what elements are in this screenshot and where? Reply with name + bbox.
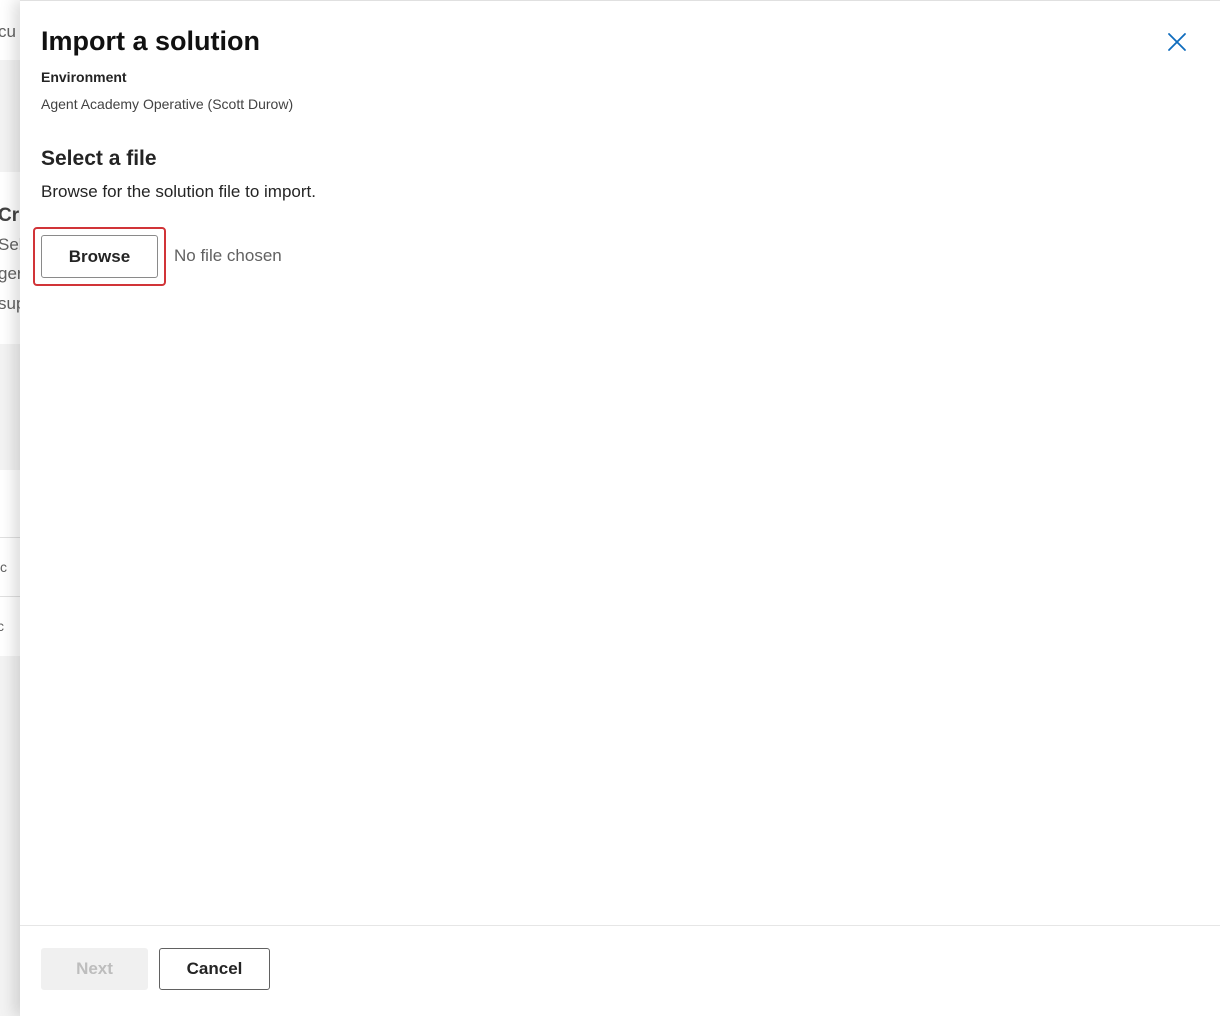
close-icon xyxy=(1168,33,1186,51)
background-card xyxy=(0,172,20,344)
background-text-fragment: Sel xyxy=(0,235,20,254)
background-text-fragment: sup xyxy=(0,294,20,313)
next-button[interactable]: Next xyxy=(41,948,148,990)
background-page: cu Cr Sel ger sup c c xyxy=(0,0,20,1016)
environment-value: Agent Academy Operative (Scott Durow) xyxy=(41,96,294,112)
background-text-fragment: Cr xyxy=(0,205,20,226)
browse-button[interactable]: Browse xyxy=(41,235,158,278)
background-text-fragment: ger xyxy=(0,264,20,283)
file-status-text: No file chosen xyxy=(174,246,282,265)
footer-divider xyxy=(20,925,1220,926)
background-text-fragment: c xyxy=(0,559,7,575)
select-file-heading: Select a file xyxy=(41,147,157,170)
cancel-button[interactable]: Cancel xyxy=(159,948,270,990)
close-button[interactable] xyxy=(1164,29,1190,55)
background-text-fragment: cu xyxy=(0,22,16,41)
panel-title: Import a solution xyxy=(41,26,260,56)
background-text-fragment: c xyxy=(0,618,4,634)
background-row-divider xyxy=(0,537,20,538)
import-solution-panel: Import a solution Environment Agent Acad… xyxy=(20,0,1220,1016)
environment-label: Environment xyxy=(41,69,127,85)
background-row-divider xyxy=(0,596,20,597)
select-file-description: Browse for the solution file to import. xyxy=(41,182,316,201)
